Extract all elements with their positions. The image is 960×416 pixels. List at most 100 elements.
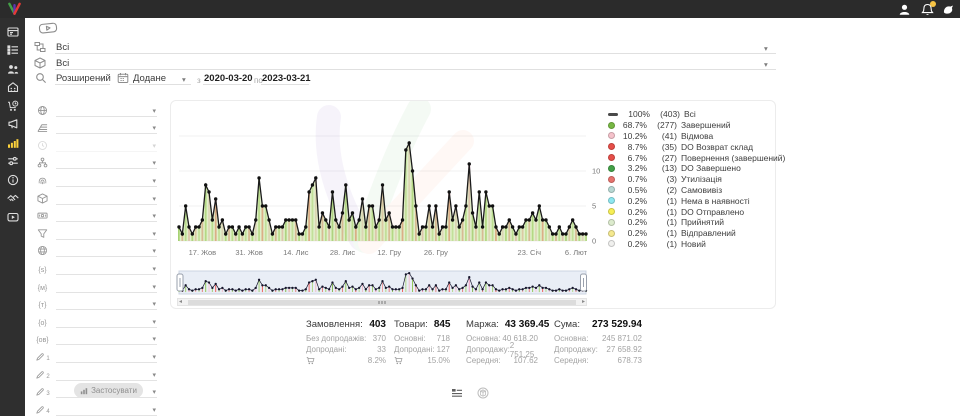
filter-identity-select[interactable]: ▾ — [56, 173, 157, 187]
stat-value: 43 369.45 — [505, 319, 550, 330]
chevron-down-icon: ▾ — [152, 231, 156, 238]
sidebar-item-dashboard[interactable] — [6, 25, 20, 38]
filter-token-ov-select[interactable]: ▾ — [56, 331, 157, 345]
sidebar-item-warehouse[interactable] — [6, 81, 20, 94]
filter-token-o-select[interactable]: ▾ — [56, 314, 157, 328]
legend-item[interactable]: 6.7%(27)Повернення (завершений) — [608, 152, 774, 163]
stat-sub-label: Основні: — [394, 334, 426, 343]
search-mode-select[interactable] — [55, 72, 110, 85]
legend-percent: 0.2% — [619, 196, 647, 206]
scroll-right-icon[interactable]: ▸ — [582, 298, 585, 306]
range-scrollbar[interactable]: ◂ ▸ — [177, 298, 587, 306]
filter-custom-1-select[interactable]: ▾ — [56, 349, 157, 363]
filter-custom-2-select[interactable]: ▾ — [56, 367, 157, 381]
bell-icon[interactable] — [921, 3, 934, 16]
legend-count: (41) — [650, 131, 677, 141]
filter-funnel-stages-row: ▾ — [25, 117, 161, 135]
box-icon — [35, 192, 50, 204]
filter-funnel-stages-select[interactable]: ▾ — [56, 120, 157, 134]
mini-chart-range-selector[interactable] — [171, 269, 777, 297]
apply-button[interactable]: Застосувати — [74, 383, 143, 398]
sidebar-item-clients[interactable] — [6, 62, 20, 75]
pencil-icon: 4 — [35, 403, 50, 415]
filter-identity-row: ▾ — [25, 169, 161, 187]
svg-text:5: 5 — [592, 202, 596, 211]
person-icon[interactable] — [898, 3, 911, 16]
legend-percent: 0.5% — [619, 185, 647, 195]
legend-item[interactable]: 10.2%(41)Відмова — [608, 131, 774, 142]
cart-icon — [394, 356, 404, 365]
legend-chip — [608, 230, 615, 237]
bird-icon[interactable] — [942, 3, 955, 16]
sidebar-item-info[interactable] — [6, 173, 20, 186]
filter-token-m-row: {м}▾ — [25, 275, 161, 293]
legend-chip — [608, 143, 615, 150]
filter-token-m-select[interactable]: ▾ — [56, 279, 157, 293]
sidebar-item-marketing[interactable] — [6, 118, 20, 131]
app-logo-icon[interactable] — [7, 2, 22, 16]
sidebar-item-video[interactable] — [6, 210, 20, 223]
filter-custom-4-select[interactable]: ▾ — [56, 402, 157, 416]
scroll-left-icon[interactable]: ◂ — [179, 298, 182, 306]
chevron-down-icon: ▾ — [152, 108, 156, 115]
legend-item[interactable]: 3.2%(13)DO Завершено — [608, 163, 774, 174]
legend-item[interactable]: 0.2%(1)Новий — [608, 239, 774, 250]
category-select[interactable] — [55, 41, 776, 54]
sidebar-item-settings[interactable] — [6, 155, 20, 168]
filter-token-s-select[interactable]: ▾ — [56, 261, 157, 275]
svg-text:0: 0 — [592, 237, 596, 246]
legend-item[interactable]: 0.2%(1)Прийнятий — [608, 217, 774, 228]
video-icon — [7, 211, 19, 223]
legend-chip — [608, 176, 615, 183]
legend-item[interactable]: 100%(403)Всі — [608, 109, 774, 120]
legend-item[interactable]: 0.2%(1)Відправлений — [608, 228, 774, 239]
tag-play-icon[interactable] — [38, 21, 58, 35]
stat-sub-value: 245 871.02 — [602, 334, 642, 343]
filter-token-s-row: {s}▾ — [25, 257, 161, 275]
chart-bars-icon — [7, 137, 19, 149]
calendar-icon[interactable] — [117, 72, 129, 84]
filter-payment-select[interactable]: ▾ — [56, 208, 157, 222]
legend-count: (27) — [650, 153, 677, 163]
product-select[interactable] — [55, 57, 776, 70]
legend-item[interactable]: 0.2%(1)Нема в наявності — [608, 195, 774, 206]
legend-item[interactable]: 0.2%(1)DO Отправлено — [608, 206, 774, 217]
svg-text:28. Лис: 28. Лис — [330, 248, 356, 257]
filter-funnel-select[interactable]: ▾ — [56, 226, 157, 240]
stat-sub-label: Допродажу: — [466, 345, 510, 354]
legend-item[interactable]: 8.7%(35)DO Возврат склад — [608, 141, 774, 152]
legend-item[interactable]: 0.5%(2)Самовивіз — [608, 185, 774, 196]
scrollbar-thumb[interactable] — [188, 300, 576, 305]
filter-token-t-select[interactable]: ▾ — [56, 296, 157, 310]
building-icon — [7, 81, 19, 93]
range-handle-right[interactable] — [581, 274, 587, 291]
package-icon[interactable] — [477, 387, 489, 399]
filter-product-select[interactable]: ▾ — [56, 191, 157, 205]
search-icon[interactable] — [35, 72, 47, 84]
legend-count: (1) — [650, 217, 677, 227]
legend-chip — [608, 165, 615, 172]
range-handle-left[interactable] — [177, 274, 183, 291]
legend-percent: 3.2% — [619, 163, 647, 173]
chevron-down-icon: ▾ — [152, 372, 156, 379]
sidebar-item-orders[interactable] — [6, 44, 20, 57]
svg-text:17. Жов: 17. Жов — [189, 248, 217, 257]
filter-structure-select[interactable]: ▾ — [56, 155, 157, 169]
stat-sub-value: 718 — [437, 334, 450, 343]
sidebar-item-analytics[interactable] — [6, 136, 20, 149]
legend-count: (35) — [650, 142, 677, 152]
date-field-select[interactable] — [129, 72, 191, 85]
legend-item[interactable]: 0.7%(3)Утилізація — [608, 174, 774, 185]
sidebar-item-purchases[interactable] — [6, 99, 20, 112]
summary-list-icon[interactable] — [451, 387, 463, 399]
filter-status-time-select[interactable]: ▾ — [56, 138, 157, 152]
list-icon — [7, 44, 19, 56]
filter-website-select[interactable]: ▾ — [56, 243, 157, 257]
legend-item[interactable]: 68.7%(277)Завершений — [608, 120, 774, 131]
legend-label: Прийнятий — [681, 217, 724, 227]
legend-percent: 10.2% — [619, 131, 647, 141]
filter-custom-1-row: 1▾ — [25, 345, 161, 363]
filter-site-select[interactable]: ▾ — [56, 103, 157, 117]
sidebar-item-partners[interactable] — [6, 192, 20, 205]
chevron-down-icon: ▾ — [152, 178, 156, 185]
